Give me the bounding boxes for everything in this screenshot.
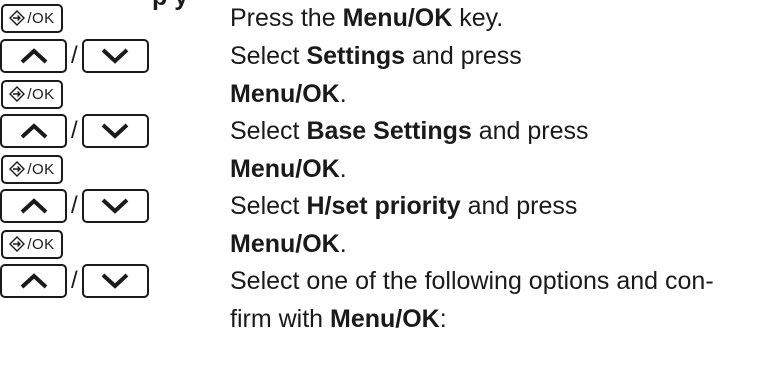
- arrow-up-key: [0, 264, 67, 298]
- arrow-down-icon: [101, 273, 129, 289]
- step-text: Select H/set priority and press: [230, 192, 578, 220]
- menu-diamond-arrow-icon: [9, 236, 26, 252]
- key-separator: /: [71, 117, 78, 144]
- arrow-down-icon: [101, 123, 129, 139]
- arrow-up-icon: [20, 273, 47, 289]
- key-separator: /: [71, 267, 78, 294]
- step-row: / Select Base Settings and press: [0, 113, 760, 149]
- menu-diamond-arrow-icon: [9, 10, 26, 26]
- step-row: /OK Menu/OK.: [0, 151, 760, 187]
- step-row: / Select H/set priority and press: [0, 188, 760, 224]
- step-text: Select Settings and press: [230, 42, 522, 70]
- key-separator: /: [71, 192, 78, 219]
- arrow-up-icon: [20, 123, 47, 139]
- step-text: Press the Menu/OK key.: [230, 4, 504, 32]
- arrow-down-icon: [101, 48, 129, 64]
- step-text: Menu/OK.: [230, 230, 347, 258]
- step-row: /OK Menu/OK.: [0, 226, 760, 262]
- key-separator: /: [71, 42, 78, 69]
- menu-ok-key: /OK: [1, 229, 63, 259]
- arrow-down-key: [81, 189, 149, 223]
- menu-ok-key-label: /OK: [27, 85, 55, 103]
- menu-diamond-arrow-icon: [9, 161, 26, 177]
- arrow-down-icon: [101, 198, 129, 214]
- arrow-up-icon: [20, 48, 47, 64]
- step-text: Menu/OK.: [230, 155, 347, 183]
- menu-ok-key-label: /OK: [27, 9, 55, 27]
- menu-ok-key-label: /OK: [27, 160, 55, 178]
- arrow-down-key: [81, 39, 149, 73]
- menu-ok-key: /OK: [1, 3, 63, 33]
- arrow-down-key: [81, 114, 149, 148]
- step-row: firm with Menu/OK:: [0, 301, 760, 337]
- step-text: Select Base Settings and press: [230, 117, 589, 145]
- arrow-up-icon: [20, 198, 47, 214]
- step-text: Select one of the following options and …: [230, 267, 714, 295]
- arrow-up-key: [0, 114, 67, 148]
- step-row: /OK Menu/OK.: [0, 76, 760, 112]
- arrow-down-key: [81, 264, 149, 298]
- menu-ok-key-label: /OK: [27, 235, 55, 253]
- step-row: / Select one of the following options an…: [0, 263, 760, 299]
- step-row: / Select Settings and press: [0, 38, 760, 74]
- menu-ok-key: /OK: [1, 79, 63, 109]
- menu-diamond-arrow-icon: [9, 86, 26, 102]
- arrow-up-key: [0, 39, 67, 73]
- step-row: /OK Press the Menu/OK key.: [0, 0, 760, 36]
- arrow-up-key: [0, 189, 67, 223]
- step-text: Menu/OK.: [230, 80, 347, 108]
- menu-ok-key: /OK: [1, 154, 63, 184]
- step-text: firm with Menu/OK:: [230, 305, 447, 333]
